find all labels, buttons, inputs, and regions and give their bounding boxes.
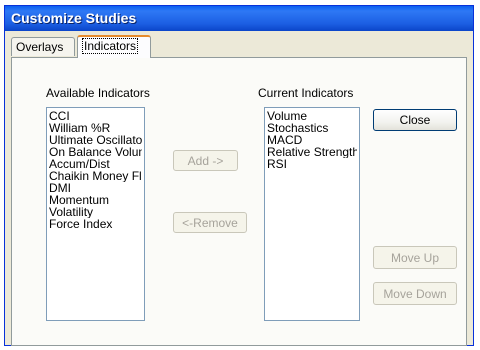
indicators-panel: Available Indicators CCI William %R Ulti…	[11, 57, 467, 346]
title-bar[interactable]: Customize Studies	[5, 6, 473, 31]
list-item[interactable]: Force Index	[49, 218, 142, 230]
list-item[interactable]: Ultimate Oscillator	[49, 134, 142, 146]
list-item[interactable]: CCI	[49, 110, 142, 122]
list-item[interactable]: Stochastics	[267, 122, 357, 134]
tab-overlays[interactable]: Overlays	[11, 37, 75, 56]
tab-overlays-label: Overlays	[16, 40, 64, 54]
tab-indicators-label: Indicators	[82, 38, 139, 54]
list-item[interactable]: Accum/Dist	[49, 158, 142, 170]
list-item[interactable]: DMI	[49, 182, 142, 194]
available-indicators-label: Available Indicators	[46, 86, 150, 100]
close-button[interactable]: Close	[373, 109, 457, 131]
list-item[interactable]: William %R	[49, 122, 142, 134]
list-item[interactable]: Volume	[267, 110, 357, 122]
tab-strip: Overlays Indicators	[11, 35, 471, 58]
list-item[interactable]: Volatility	[49, 206, 142, 218]
current-indicators-label: Current Indicators	[258, 86, 354, 100]
list-item[interactable]: Relative Strength	[267, 146, 357, 158]
move-up-button[interactable]: Move Up	[373, 246, 457, 269]
add-button[interactable]: Add ->	[173, 150, 238, 171]
move-down-button[interactable]: Move Down	[373, 282, 457, 305]
list-item[interactable]: On Balance Volume	[49, 146, 142, 158]
available-indicators-list[interactable]: CCI William %R Ultimate Oscillator On Ba…	[46, 107, 145, 321]
list-item[interactable]: Momentum	[49, 194, 142, 206]
tab-indicators[interactable]: Indicators	[77, 35, 151, 58]
remove-button[interactable]: <-Remove	[173, 212, 247, 233]
list-item[interactable]: RSI	[267, 158, 357, 170]
list-item[interactable]: MACD	[267, 134, 357, 146]
customize-studies-dialog: Customize Studies Overlays Indicators Av…	[4, 5, 474, 346]
dialog-title: Customize Studies	[11, 10, 137, 26]
current-indicators-list[interactable]: Volume Stochastics MACD Relative Strengt…	[264, 107, 360, 321]
list-item[interactable]: Chaikin Money Flow	[49, 170, 142, 182]
